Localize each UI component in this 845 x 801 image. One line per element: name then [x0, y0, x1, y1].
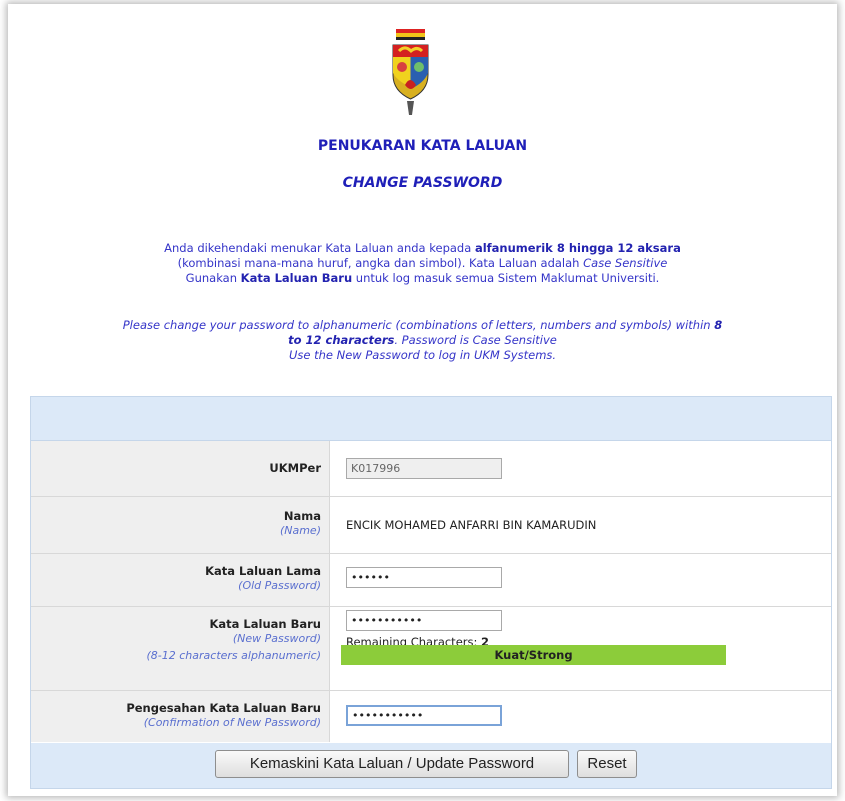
new-password-field[interactable]	[346, 610, 502, 631]
update-password-button[interactable]: Kemaskini Kata Laluan / Update Password	[215, 750, 569, 778]
new-password-sublabel: (New Password)	[232, 632, 321, 645]
page-title-english: CHANGE PASSWORD	[342, 175, 503, 191]
instructions-malay: Anda dikehendaki menukar Kata Laluan and…	[164, 241, 681, 285]
old-password-label: Kata Laluan Lama	[205, 564, 321, 578]
university-crest-icon	[392, 29, 429, 115]
row-ukmper: UKMPer	[31, 441, 831, 497]
ukmper-label: UKMPer	[269, 461, 321, 475]
change-password-form: UKMPer Nama (Name) ENCIK MOHAMED ANFARRI…	[30, 396, 832, 789]
button-bar: Kemaskini Kata Laluan / Update Password …	[31, 743, 831, 788]
row-old-password: Kata Laluan Lama (Old Password)	[31, 554, 831, 607]
confirm-password-label: Pengesahan Kata Laluan Baru	[126, 701, 321, 715]
ukmper-field	[346, 458, 502, 479]
old-password-field[interactable]	[346, 567, 502, 588]
confirm-password-field[interactable]	[346, 705, 502, 726]
password-strength-bar: Kuat/Strong	[341, 645, 726, 665]
row-name: Nama (Name) ENCIK MOHAMED ANFARRI BIN KA…	[31, 497, 831, 554]
row-confirm-password: Pengesahan Kata Laluan Baru (Confirmatio…	[31, 691, 831, 742]
instructions-english: Please change your password to alphanume…	[122, 318, 723, 362]
name-sublabel: (Name)	[279, 524, 321, 537]
form-header-band	[31, 397, 831, 441]
row-new-password: Kata Laluan Baru (New Password) (8-12 ch…	[31, 607, 831, 691]
new-password-hint: (8-12 characters alphanumeric)	[146, 649, 322, 662]
confirm-password-sublabel: (Confirmation of New Password)	[143, 716, 321, 729]
reset-button[interactable]: Reset	[577, 750, 637, 778]
old-password-sublabel: (Old Password)	[238, 579, 321, 592]
page-title-malay: PENUKARAN KATA LALUAN	[317, 138, 528, 154]
name-value: ENCIK MOHAMED ANFARRI BIN KAMARUDIN	[346, 518, 597, 532]
name-label: Nama	[283, 509, 321, 523]
new-password-label: Kata Laluan Baru	[209, 617, 322, 631]
